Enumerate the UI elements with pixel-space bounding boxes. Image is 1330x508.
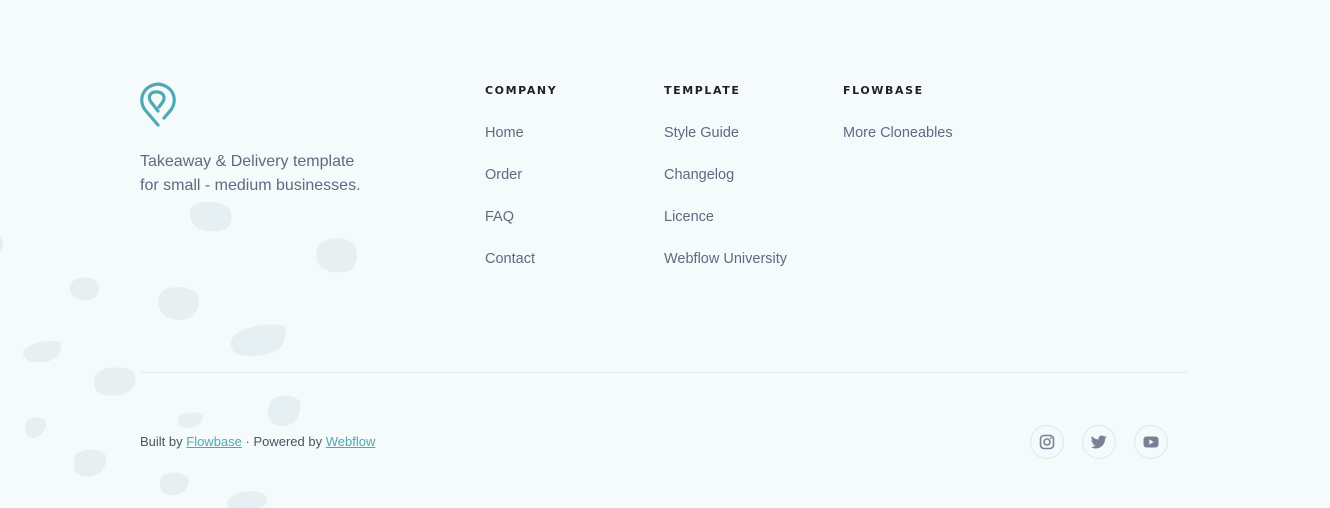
footer-credits: Built by Flowbase · Powered by Webflow — [140, 434, 375, 449]
footer-divider — [140, 372, 1188, 373]
social-links — [1030, 425, 1168, 459]
footer-column-flowbase: FLOWBASE More Cloneables — [843, 83, 953, 167]
footer-column-company: COMPANY Home Order FAQ Contact — [485, 83, 557, 293]
youtube-icon — [1143, 436, 1159, 448]
instagram-icon — [1039, 434, 1055, 450]
built-by-prefix: Built by — [140, 434, 187, 449]
footer-column-template: TEMPLATE Style Guide Changelog Licence W… — [664, 83, 787, 293]
footer-link-webflow-university[interactable]: Webflow University — [664, 251, 787, 293]
twitter-icon — [1091, 435, 1107, 449]
footer-link-contact[interactable]: Contact — [485, 251, 557, 293]
decorative-paint-blobs — [0, 201, 358, 508]
youtube-button[interactable] — [1134, 425, 1168, 459]
brand-tagline: Takeaway & Delivery template for small -… — [140, 150, 400, 198]
footer-link-style-guide[interactable]: Style Guide — [664, 125, 787, 167]
powered-by-prefix: · Powered by — [241, 434, 326, 449]
webflow-link[interactable]: Webflow — [326, 434, 376, 449]
column-title-template: TEMPLATE — [664, 84, 741, 97]
location-pin-icon[interactable] — [138, 80, 178, 128]
column-title-company: COMPANY — [485, 84, 558, 97]
instagram-button[interactable] — [1030, 425, 1064, 459]
site-footer: Takeaway & Delivery template for small -… — [0, 0, 1330, 508]
twitter-button[interactable] — [1082, 425, 1116, 459]
tagline-line-1: Takeaway & Delivery template — [140, 153, 355, 170]
footer-link-licence[interactable]: Licence — [664, 209, 787, 251]
footer-link-more-cloneables[interactable]: More Cloneables — [843, 125, 953, 167]
footer-link-faq[interactable]: FAQ — [485, 209, 557, 251]
footer-link-changelog[interactable]: Changelog — [664, 167, 787, 209]
footer-link-home[interactable]: Home — [485, 125, 557, 167]
column-title-flowbase: FLOWBASE — [843, 84, 924, 97]
tagline-line-2: for small - medium businesses. — [140, 177, 361, 194]
flowbase-link[interactable]: Flowbase — [186, 434, 242, 449]
footer-link-order[interactable]: Order — [485, 167, 557, 209]
